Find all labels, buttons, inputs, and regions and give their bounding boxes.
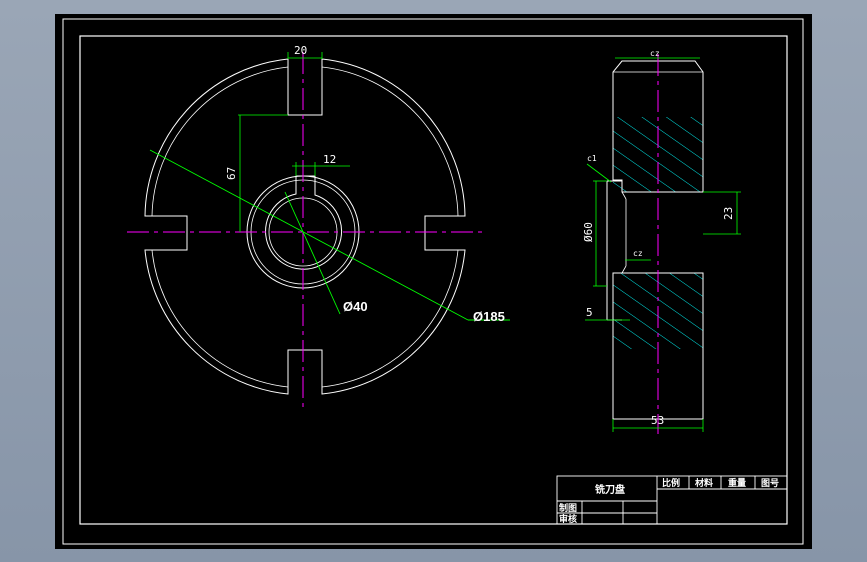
dim-left-chamfer-label: c1 xyxy=(587,154,597,163)
front-view: 20 67 12 Ø40 Ø185 xyxy=(127,44,510,410)
title-header-scale: 比例 xyxy=(662,477,680,489)
title-checked-label: 审核 xyxy=(559,513,577,525)
dim-hub-diameter-label: Ø60 xyxy=(582,222,595,242)
cad-drawing-viewport[interactable]: 20 67 12 Ø40 Ø185 cz c1 cz Ø60 5 23 53 铣… xyxy=(55,14,812,549)
title-header-weight: 重量 xyxy=(728,477,746,489)
drawing-canvas: 20 67 12 Ø40 Ø185 cz c1 cz Ø60 5 23 53 铣… xyxy=(62,18,804,545)
dim-outer-diameter-label: Ø185 xyxy=(473,309,505,324)
dim-bore-diameter-label: Ø40 xyxy=(343,299,368,314)
side-hub-chamfer xyxy=(621,191,627,200)
dim-hub-key-label: 12 xyxy=(323,153,336,166)
dim-c1-leader xyxy=(586,163,612,183)
title-part-name: 铣刀盘 xyxy=(595,483,625,496)
dim-slot-depth-label: 67 xyxy=(225,167,238,180)
outer-disk-outline xyxy=(144,58,466,395)
title-header-material: 材料 xyxy=(694,477,713,489)
dim-bore-right-label: 23 xyxy=(722,207,735,220)
dim-top-chamfer-label: cz xyxy=(650,49,660,58)
side-hub-chamfer-b xyxy=(621,265,627,274)
dim-width-label: 53 xyxy=(651,414,664,427)
dim-step-label: 5 xyxy=(586,306,593,319)
title-drawn-label: 制图 xyxy=(559,502,577,514)
leader-bore-diameter xyxy=(284,191,341,315)
dim-keyway-width-label: 20 xyxy=(294,44,307,57)
side-view: cz c1 cz Ø60 5 23 53 xyxy=(582,49,741,434)
bore-with-keyway xyxy=(265,175,343,270)
dim-inner-chamfer-label: cz xyxy=(633,249,643,258)
title-header-drawing-no: 图号 xyxy=(761,478,779,489)
